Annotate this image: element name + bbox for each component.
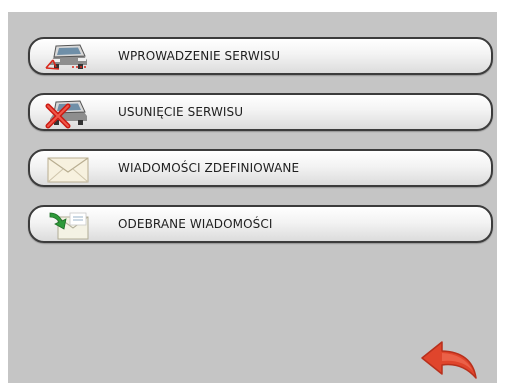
vehicle-remove-icon xyxy=(45,100,87,129)
service-entry-button[interactable]: WPROWADZENIE SERWISU xyxy=(28,37,493,75)
service-entry-label: WPROWADZENIE SERWISU xyxy=(118,49,281,63)
predefined-messages-button[interactable]: WIADOMOŚCI ZDEFINIOWANE xyxy=(28,149,493,187)
vehicle-add-icon xyxy=(45,44,87,70)
received-messages-label: ODEBRANE WIADOMOŚCI xyxy=(118,217,273,231)
service-removal-label: USUNIĘCIE SERWISU xyxy=(118,105,244,119)
service-removal-button[interactable]: USUNIĘCIE SERWISU xyxy=(28,93,493,131)
menu-screen: WPROWADZENIE SERWISU USUNIĘCIE SERWISU W… xyxy=(8,12,497,383)
received-messages-button[interactable]: ODEBRANE WIADOMOŚCI xyxy=(28,205,493,243)
predefined-messages-label: WIADOMOŚCI ZDEFINIOWANE xyxy=(118,161,300,175)
received-message-icon xyxy=(49,212,89,240)
envelope-icon xyxy=(47,157,89,183)
back-arrow-icon[interactable] xyxy=(418,338,482,382)
